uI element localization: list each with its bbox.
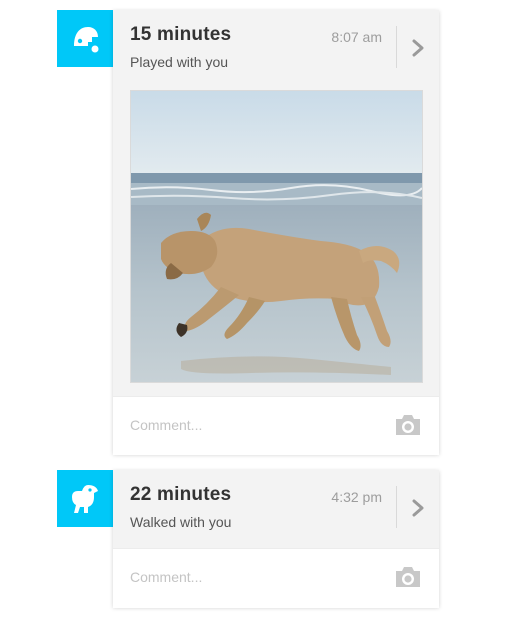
dog-walk-icon <box>71 484 98 513</box>
activity-duration: 15 minutes <box>130 24 232 45</box>
activity-duration: 22 minutes <box>130 484 232 505</box>
comment-bar: Comment... <box>113 548 439 608</box>
activity-header[interactable]: 15 minutes Played with you 8:07 am <box>113 10 439 90</box>
activity-time: 8:07 am <box>331 29 382 45</box>
activity-time: 4:32 pm <box>331 489 382 505</box>
activity-card: 22 minutes Walked with you 4:32 pm Comme… <box>113 470 439 608</box>
comment-input[interactable]: Comment... <box>130 417 202 433</box>
camera-icon[interactable] <box>394 413 422 437</box>
activity-photo[interactable] <box>130 90 423 383</box>
activity-header[interactable]: 22 minutes Walked with you 4:32 pm <box>113 470 439 548</box>
comment-input[interactable]: Comment... <box>130 569 202 585</box>
ball-play-icon <box>73 26 98 52</box>
comment-bar: Comment... <box>113 396 439 455</box>
dog-on-beach-image <box>131 91 422 382</box>
chevron-right-icon[interactable] <box>410 38 426 58</box>
activity-badge-walk <box>57 470 114 527</box>
header-divider <box>396 26 397 68</box>
activity-card: 15 minutes Played with you 8:07 am Comme… <box>113 10 439 455</box>
chevron-right-icon[interactable] <box>410 498 426 518</box>
header-divider <box>396 486 397 528</box>
activity-description: Played with you <box>130 54 229 70</box>
activity-description: Walked with you <box>130 514 232 530</box>
camera-icon[interactable] <box>394 565 422 589</box>
activity-badge-play <box>57 10 114 67</box>
